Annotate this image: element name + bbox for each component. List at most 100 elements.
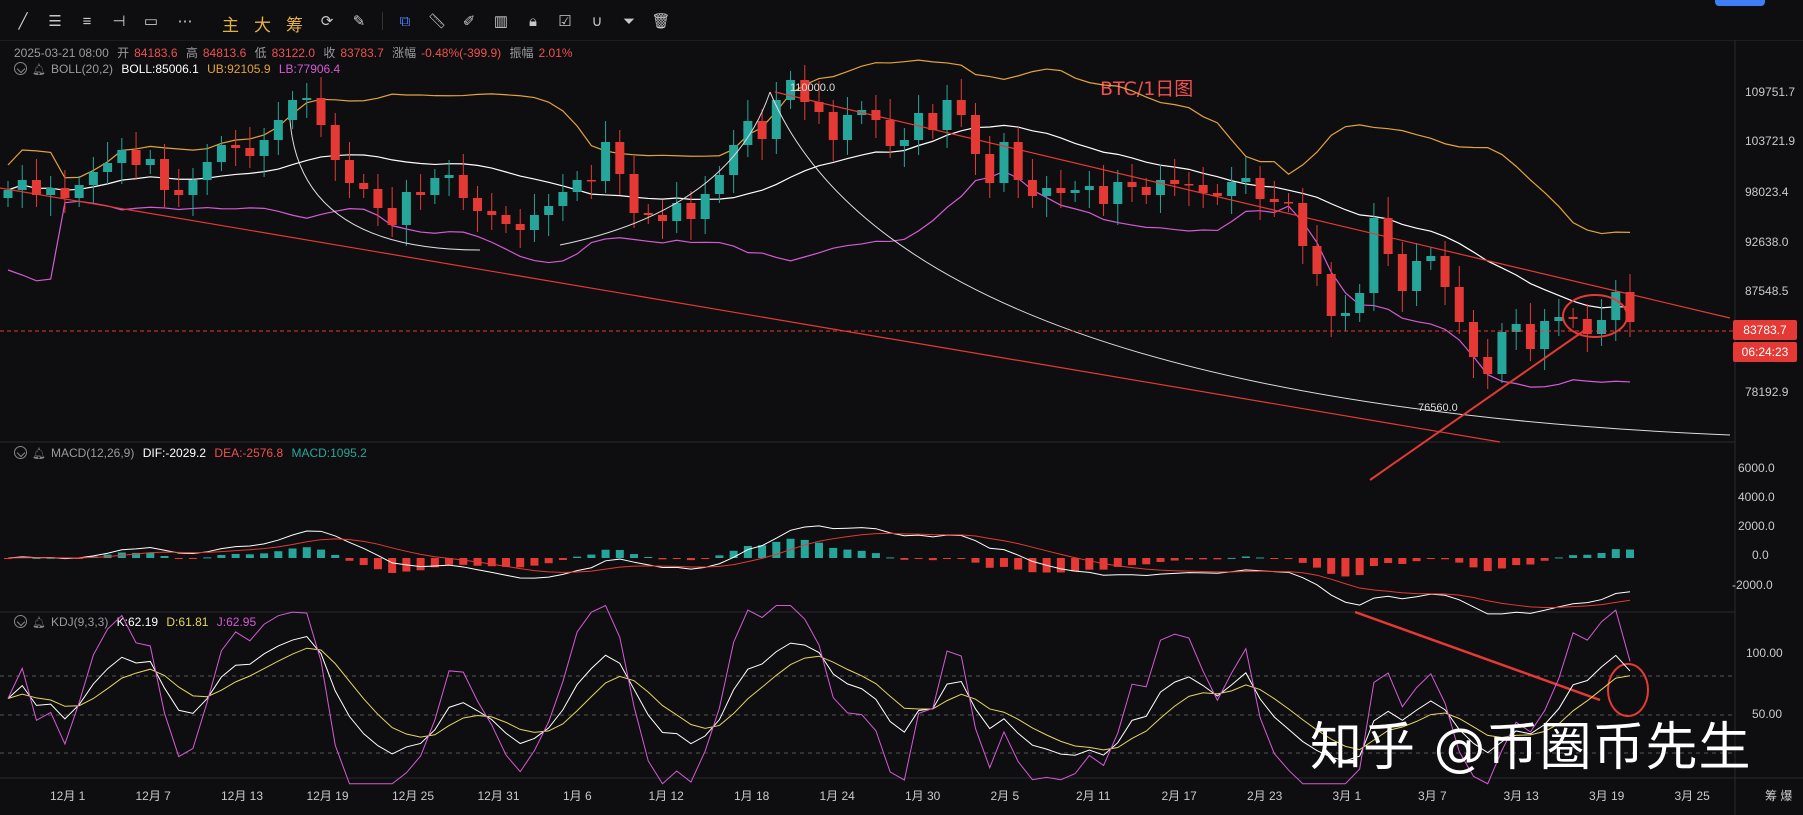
macd-tick: -2000.0 <box>1732 578 1773 592</box>
macd-bar <box>1355 558 1364 576</box>
candle-body <box>1312 246 1322 274</box>
time-tick: 12月 19 <box>306 789 349 803</box>
macd-bar <box>388 558 397 573</box>
macd-bar <box>914 558 923 559</box>
macd-bar <box>573 556 582 558</box>
macd-bar <box>245 554 254 558</box>
macd-bar <box>615 549 624 558</box>
time-tick: 12月 1 <box>50 789 86 803</box>
macd-bar <box>871 553 880 558</box>
macd-bar <box>317 549 326 558</box>
macd-bar <box>900 558 909 560</box>
candle-body <box>899 140 909 146</box>
kdj-tick: 50.00 <box>1752 707 1783 721</box>
macd-tick: 6000.0 <box>1738 461 1775 475</box>
macd-bar <box>1540 558 1549 561</box>
macd-bar <box>829 547 838 558</box>
time-tick: 1月 6 <box>563 789 592 803</box>
candle-body <box>1597 320 1607 334</box>
candle-body <box>1269 199 1279 202</box>
time-tick: 1月 12 <box>648 789 684 803</box>
candle-body <box>1255 178 1265 199</box>
candle-body <box>1042 188 1052 196</box>
macd-bar <box>1412 558 1421 562</box>
candle-body <box>1027 180 1037 196</box>
macd-bar <box>1298 558 1307 563</box>
macd-bar <box>1384 558 1393 564</box>
candle-body <box>572 180 582 192</box>
candle-body <box>529 215 539 230</box>
macd-bar <box>1526 558 1535 565</box>
time-tick: 2月 5 <box>990 789 1020 803</box>
macd-bar <box>1241 556 1250 558</box>
macd-bar <box>928 558 937 561</box>
price-tick: 98023.4 <box>1745 185 1789 199</box>
macd-bar <box>857 550 866 558</box>
candle-body <box>842 115 852 140</box>
current-price-tag: 83783.7 <box>1733 320 1797 340</box>
macd-bar <box>1597 552 1606 558</box>
macd-bar <box>1312 558 1321 568</box>
candle-body <box>1468 322 1478 357</box>
candle-body <box>1113 182 1123 204</box>
candle-body <box>1497 332 1507 374</box>
candle-body <box>615 142 625 174</box>
candle-body <box>601 142 611 181</box>
candle-body <box>373 189 383 208</box>
candle-body <box>74 185 84 198</box>
time-tick: 12月 13 <box>221 789 264 803</box>
macd-bar <box>1284 558 1293 559</box>
macd-bar <box>886 557 895 559</box>
candlestick-chart[interactable] <box>0 0 1803 815</box>
candle-body <box>273 120 283 140</box>
macd-bar <box>1213 558 1222 560</box>
price-tick: 103721.9 <box>1745 134 1796 148</box>
candle-body <box>31 180 41 195</box>
macd-bar <box>1398 558 1407 564</box>
macd-bar <box>672 558 681 559</box>
macd-bar <box>345 558 354 561</box>
corner-label[interactable]: 筹 爆 <box>1765 787 1792 804</box>
macd-bar <box>1341 558 1350 577</box>
macd-bar <box>1483 558 1492 572</box>
macd-bar <box>188 558 197 559</box>
candle-body <box>1241 178 1251 182</box>
candle-body <box>1412 261 1422 291</box>
candle-body <box>1326 274 1336 316</box>
macd-bar <box>630 554 639 558</box>
macd-bar <box>331 554 340 558</box>
low-marker-label: 76560.0 <box>1418 402 1458 414</box>
candle-body <box>17 180 27 190</box>
candle-body <box>1554 317 1564 321</box>
macd-bar <box>1469 558 1478 568</box>
time-tick: 12月 7 <box>135 789 171 803</box>
candle-body <box>971 115 981 154</box>
candle-body <box>259 140 269 156</box>
time-tick: 1月 18 <box>734 789 770 803</box>
time-tick: 3月 19 <box>1589 789 1625 803</box>
candle-body <box>928 113 938 130</box>
candle-body <box>1483 357 1493 374</box>
candle-body <box>1540 321 1550 349</box>
countdown-tag: 06:24:23 <box>1733 342 1797 362</box>
time-tick: 12月 25 <box>392 789 435 803</box>
candle-body <box>245 148 255 156</box>
candle-body <box>700 194 710 219</box>
macd-bar <box>815 542 823 558</box>
macd-bar <box>1327 558 1336 574</box>
macd-bar <box>217 554 226 558</box>
macd-bar <box>1156 558 1165 562</box>
candle-body <box>1127 182 1137 187</box>
macd-bar <box>587 554 596 558</box>
macd-bar <box>644 556 653 558</box>
candle-body <box>88 172 98 185</box>
macd-bar <box>843 549 852 558</box>
fib-arc <box>769 91 1731 436</box>
candle-body <box>1198 185 1208 193</box>
macd-bar <box>459 558 468 565</box>
candle-body <box>487 211 497 215</box>
candle-body <box>1099 186 1109 204</box>
candle-body <box>501 215 511 224</box>
boll-lower-line <box>7 170 1631 388</box>
candle-body <box>586 180 596 182</box>
